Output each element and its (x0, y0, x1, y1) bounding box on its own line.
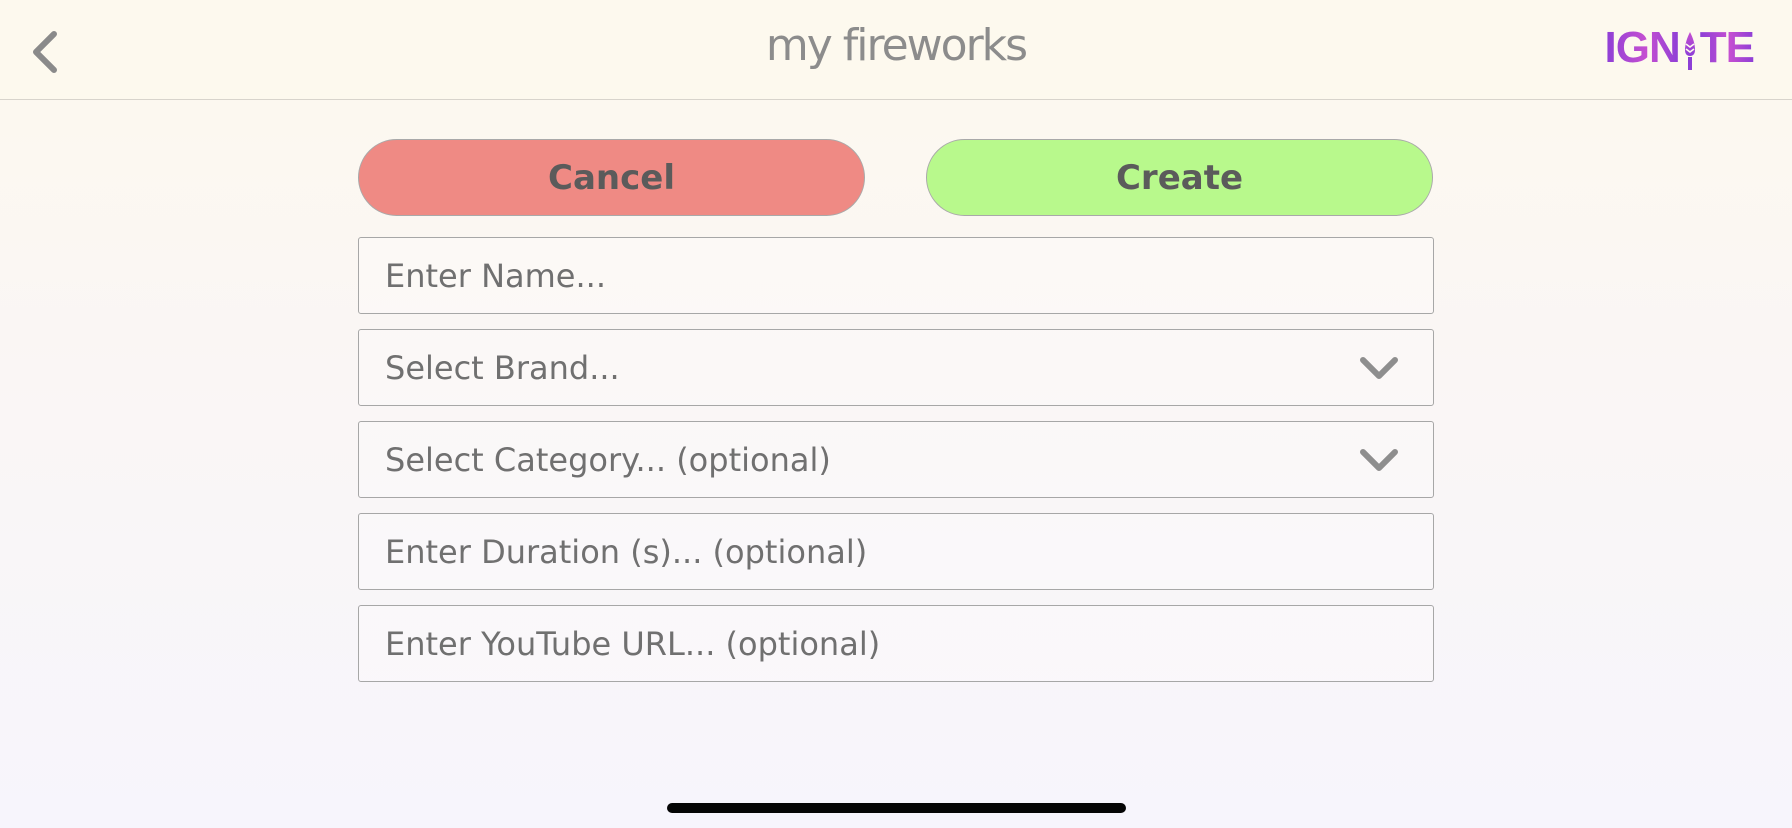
home-indicator[interactable] (667, 803, 1126, 813)
category-select-label: Select Category... (optional) (385, 440, 831, 479)
ignite-logo: IGN TE (1604, 23, 1755, 72)
youtube-url-input[interactable]: Enter YouTube URL... (optional) (358, 605, 1434, 682)
category-select[interactable]: Select Category... (optional) (358, 421, 1434, 498)
cancel-button[interactable]: Cancel (358, 139, 865, 216)
create-button[interactable]: Create (926, 139, 1433, 216)
logo-text-left: IGN (1604, 23, 1681, 72)
brand-select[interactable]: Select Brand... (358, 329, 1434, 406)
brand-select-label: Select Brand... (385, 348, 620, 387)
name-input-placeholder: Enter Name... (385, 256, 606, 295)
chevron-down-icon (1360, 449, 1398, 471)
top-nav-bar: my fireworks IGN TE (0, 0, 1792, 100)
youtube-url-input-placeholder: Enter YouTube URL... (optional) (385, 624, 881, 663)
page-title: my fireworks (765, 20, 1028, 71)
chevron-down-icon (1360, 357, 1398, 379)
logo-text-right: TE (1699, 23, 1755, 72)
duration-input[interactable]: Enter Duration (s)... (optional) (358, 513, 1434, 590)
name-input[interactable]: Enter Name... (358, 237, 1434, 314)
duration-input-placeholder: Enter Duration (s)... (optional) (385, 532, 868, 571)
firework-i-icon (1684, 32, 1695, 70)
